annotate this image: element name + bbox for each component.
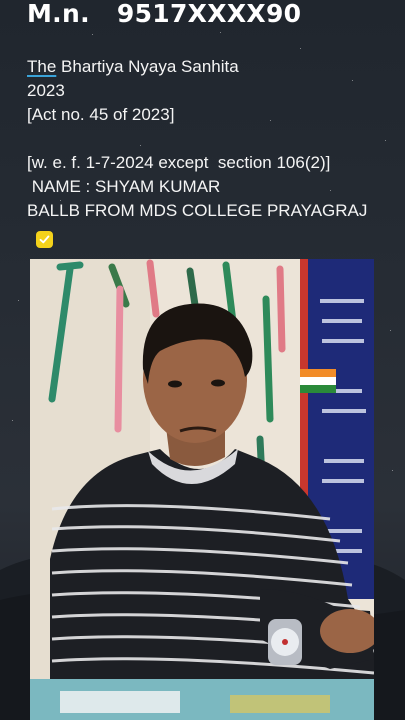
check-mark-emoji-icon xyxy=(36,231,53,248)
mobile-label: M.n. xyxy=(27,0,90,28)
act-title-line: The Bhartiya Nyaya Sanhita xyxy=(27,55,367,79)
name-line: NAME : SHYAM KUMAR xyxy=(27,177,221,196)
act-number: [Act no. 45 of 2023] xyxy=(27,105,175,124)
effective-date-line: [w. e. f. 1-7-2024 except section 106(2)… xyxy=(27,153,331,172)
degree-line: BALLB FROM MDS COLLEGE PRAYAGRAJ xyxy=(27,201,368,220)
info-text-block: The Bhartiya Nyaya Sanhita 2023 [Act no.… xyxy=(27,55,367,223)
mobile-number-header: M.n. 9517XXXX90 xyxy=(27,0,301,28)
check-mark-icon xyxy=(39,235,50,244)
act-title-rest: Bhartiya Nyaya Sanhita xyxy=(61,57,239,76)
profile-photo-illustration xyxy=(30,259,374,720)
act-title-word-the: The xyxy=(27,57,57,76)
mobile-number: 9517XXXX90 xyxy=(116,0,302,28)
profile-photo xyxy=(30,259,374,720)
act-year: 2023 xyxy=(27,81,65,100)
